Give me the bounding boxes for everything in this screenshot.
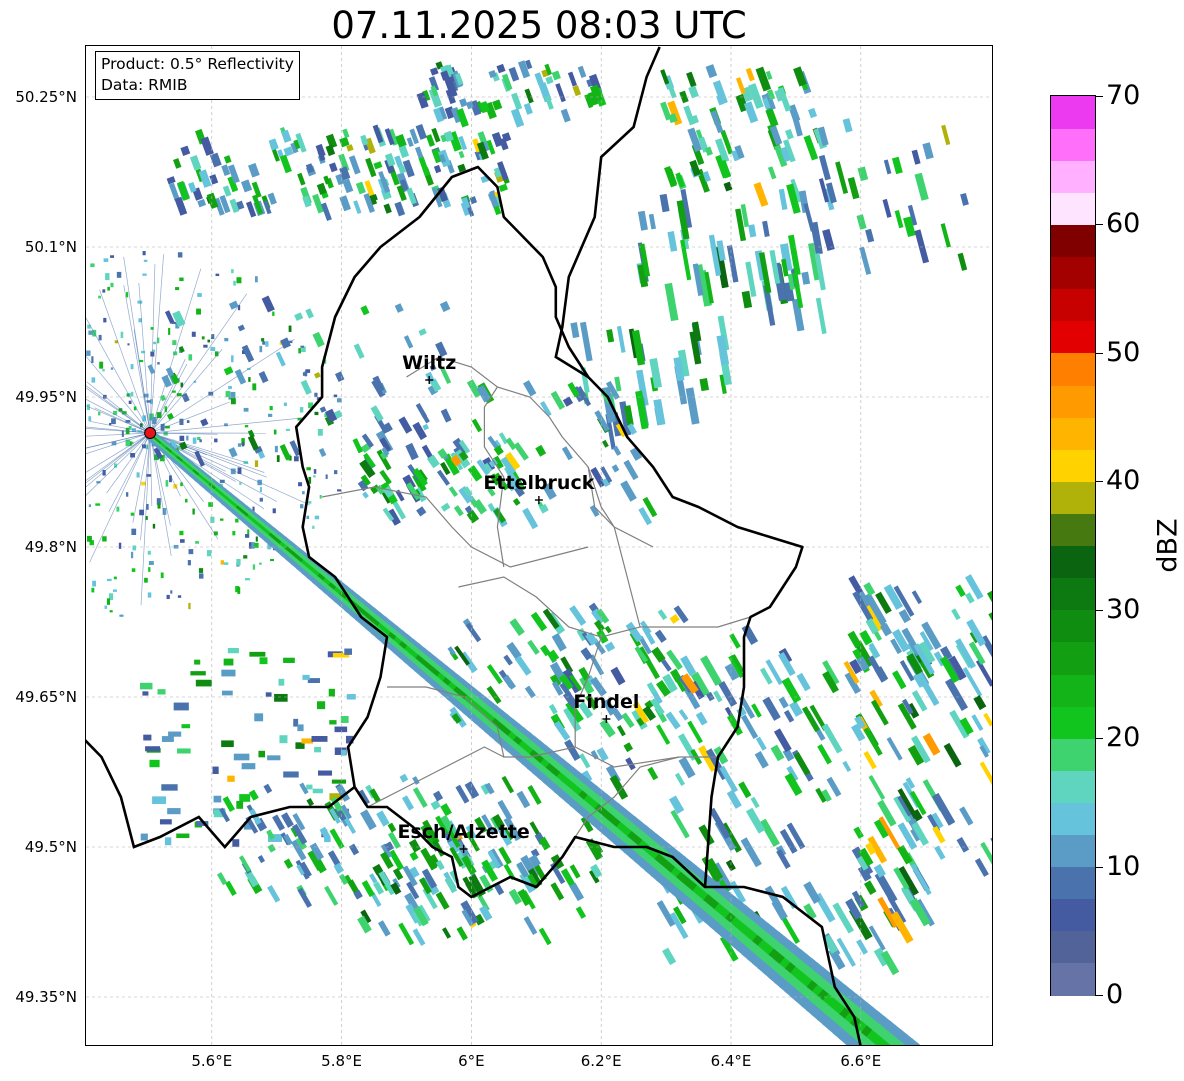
colorbar-tick-label: 0	[1106, 979, 1124, 1010]
colorbar-tick-label: 30	[1106, 593, 1141, 625]
colorbar-tick	[1096, 352, 1103, 354]
colorbar-segment	[1051, 770, 1095, 803]
colorbar-tick-label: 70	[1106, 80, 1141, 111]
city-label: Wiltz	[402, 352, 457, 374]
colorbar-segment	[1051, 192, 1095, 226]
colorbar-tick-label: 10	[1106, 850, 1141, 882]
colorbar-tick	[1096, 96, 1103, 97]
colorbar-segment	[1051, 320, 1095, 354]
colorbar-segment	[1051, 384, 1095, 418]
product-info-box: Product: 0.5° Reflectivity Data: RMIB	[95, 51, 300, 100]
colorbar-segment	[1051, 545, 1095, 579]
colorbar-tick	[1096, 995, 1103, 996]
colorbar-segment	[1051, 641, 1095, 675]
colorbar-segment	[1051, 673, 1095, 707]
colorbar-segment	[1051, 834, 1095, 868]
colorbar-segment	[1051, 128, 1095, 161]
colorbar-segment	[1051, 96, 1095, 129]
colorbar-tick	[1096, 224, 1103, 226]
colorbar-segment	[1051, 352, 1095, 386]
radar-map-canvas	[86, 46, 992, 1045]
colorbar-tick	[1096, 866, 1103, 868]
lon-tick-label: 6.6°E	[840, 1052, 882, 1070]
colorbar-tick-label: 20	[1106, 722, 1141, 754]
city-label: Ettelbruck	[483, 472, 595, 494]
colorbar-tick	[1096, 738, 1103, 740]
colorbar-segment	[1051, 898, 1095, 932]
colorbar	[1050, 95, 1096, 996]
data-source-label: Data: RMIB	[101, 76, 188, 94]
colorbar-segment	[1051, 288, 1095, 322]
lat-tick-label: 49.95°N	[15, 388, 77, 406]
lat-tick-label: 49.65°N	[15, 688, 77, 706]
canton-border	[321, 486, 589, 568]
colorbar-segment	[1051, 802, 1095, 836]
lat-tick-label: 49.5°N	[24, 838, 77, 856]
colorbar-segment	[1051, 738, 1095, 771]
city-label: Findel	[573, 691, 640, 713]
colorbar-segment	[1051, 866, 1095, 900]
colorbar-segment	[1051, 224, 1095, 258]
colorbar-segment	[1051, 706, 1095, 739]
colorbar-tick-label: 40	[1106, 465, 1141, 497]
reflectivity-echoes	[86, 59, 992, 1045]
colorbar-tick-label: 60	[1106, 208, 1141, 240]
lon-tick-label: 5.6°E	[191, 1052, 233, 1070]
lon-tick-label: 6.4°E	[710, 1052, 752, 1070]
colorbar-segment	[1051, 449, 1095, 482]
colorbar-segment	[1051, 256, 1095, 290]
lat-tick-label: 49.8°N	[24, 538, 77, 556]
colorbar-tick	[1096, 609, 1103, 611]
colorbar-segment	[1051, 417, 1095, 450]
map-title: 07.11.2025 08:03 UTC	[331, 4, 747, 47]
colorbar-segment	[1051, 962, 1095, 996]
lon-tick-label: 6.2°E	[580, 1052, 622, 1070]
colorbar-segment	[1051, 930, 1095, 964]
colorbar-segment	[1051, 577, 1095, 611]
colorbar-segment	[1051, 609, 1095, 643]
lat-tick-label: 50.25°N	[15, 88, 77, 106]
product-label: Product: 0.5° Reflectivity	[101, 55, 294, 73]
colorbar-tick-label: 50	[1106, 336, 1141, 368]
radar-site-marker	[144, 427, 157, 439]
colorbar-segment	[1051, 481, 1095, 514]
colorbar-segment	[1051, 513, 1095, 547]
lon-tick-label: 6°E	[458, 1052, 485, 1070]
lon-tick-label: 5.8°E	[321, 1052, 363, 1070]
colorbar-segment	[1051, 160, 1095, 193]
colorbar-tick	[1096, 481, 1103, 483]
colorbar-unit-label: dBZ	[1152, 518, 1184, 573]
city-label: Esch/Alzette	[397, 821, 530, 843]
lat-tick-label: 50.1°N	[24, 238, 77, 256]
lat-tick-label: 49.35°N	[15, 988, 77, 1006]
radar-map[interactable]	[85, 45, 993, 1046]
